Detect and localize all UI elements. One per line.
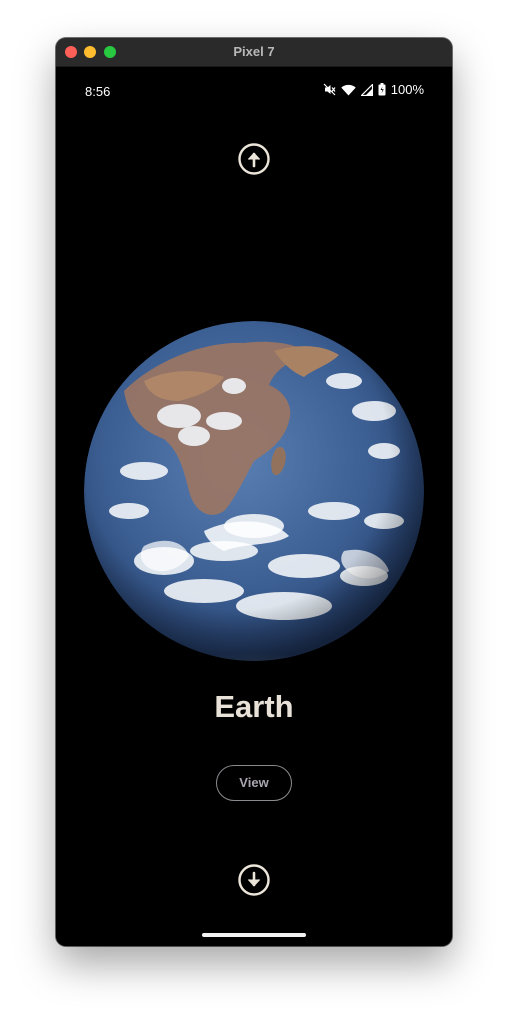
window-title: Pixel 7 [233, 44, 275, 59]
view-button[interactable]: View [216, 765, 292, 801]
planet-name: Earth [214, 689, 294, 724]
arrow-up-circle-icon [238, 143, 270, 179]
next-planet-button[interactable] [238, 864, 270, 896]
battery-icon [378, 83, 386, 96]
arrow-down-circle-icon [238, 864, 270, 900]
planet-image [84, 321, 424, 661]
battery-percentage: 100% [390, 82, 424, 97]
window-titlebar: Pixel 7 [56, 38, 452, 67]
emulator-window: Pixel 7 8:56 100% Earth View [56, 38, 452, 946]
status-time: 8:56 [85, 84, 111, 99]
mute-icon [323, 83, 336, 96]
home-indicator[interactable] [202, 933, 306, 937]
device-screen: 8:56 100% Earth View [56, 67, 452, 946]
signal-icon [360, 83, 373, 96]
status-icons: 100% [323, 82, 424, 97]
previous-planet-button[interactable] [238, 143, 270, 175]
wifi-icon [341, 84, 356, 96]
